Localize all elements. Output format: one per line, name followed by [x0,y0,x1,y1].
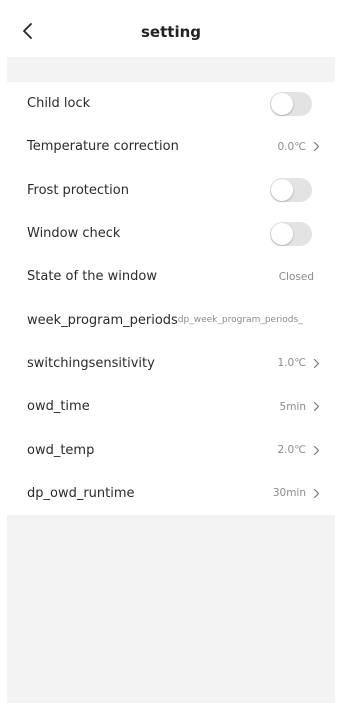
setting-row-temperature-correction[interactable]: Temperature correction 0.0℃ [7,125,335,168]
back-button[interactable] [15,17,43,45]
setting-value: 0.0℃ [277,140,307,153]
toggle-knob [271,179,293,202]
toggle-knob [271,92,293,115]
setting-control [270,178,320,203]
setting-control: dp_week_program_periods_ [178,315,303,325]
setting-control: 30min [273,487,320,499]
setting-row-child-lock: Child lock [7,82,335,125]
settings-screen: setting Child lock Temperature correctio… [7,7,335,703]
setting-row-frost-protection: Frost protection [7,169,335,212]
setting-label: Child lock [27,96,91,112]
child-lock-toggle[interactable] [270,91,312,116]
chevron-right-icon [313,445,320,455]
setting-label: Temperature correction [27,139,179,155]
setting-row-week-program-periods[interactable]: week_program_periods dp_week_program_per… [7,298,335,341]
header-bar: setting [7,7,335,57]
chevron-right-icon [313,358,320,369]
setting-control: 2.0℃ [278,444,321,456]
page-title: setting [141,23,201,41]
chevron-right-icon [313,142,320,152]
chevron-right-icon [313,488,320,498]
setting-control [270,221,320,246]
setting-label: Frost protection [27,182,129,198]
setting-row-state-of-window: State of the window Closed [7,255,335,298]
setting-control: 1.0℃ [278,357,321,369]
setting-control: Closed [279,271,320,283]
setting-value: 1.0℃ [277,357,307,370]
setting-label: Window check [27,226,121,242]
setting-row-switching-sensitivity[interactable]: switchingsensitivity 1.0℃ [7,342,335,385]
setting-value: dp_week_program_periods_ [177,315,303,326]
setting-row-window-check: Window check [7,212,335,255]
setting-value: Closed [278,270,314,283]
setting-row-owd-time[interactable]: owd_time 5min [7,385,335,428]
setting-value: 5min [279,400,306,413]
window-check-toggle[interactable] [270,221,312,246]
setting-value: 30min [272,487,306,500]
settings-list: Child lock Temperature correction 0.0℃ F… [7,82,335,515]
setting-label: owd_temp [27,442,95,458]
setting-value: 2.0℃ [277,444,307,457]
setting-control [270,91,320,116]
frost-protection-toggle[interactable] [270,178,312,203]
setting-row-owd-runtime[interactable]: dp_owd_runtime 30min [7,472,335,515]
setting-label: week_program_periods [27,312,178,328]
setting-label: owd_time [27,399,90,415]
chevron-right-icon [313,402,320,412]
setting-label: switchingsensitivity [27,355,155,371]
setting-row-owd-temp[interactable]: owd_temp 2.0℃ [7,428,335,471]
setting-control: 5min [280,401,320,413]
setting-control: 0.0℃ [278,141,321,153]
chevron-left-icon [23,23,32,39]
toggle-knob [271,222,293,245]
setting-label: dp_owd_runtime [27,485,135,501]
setting-label: State of the window [27,269,157,285]
